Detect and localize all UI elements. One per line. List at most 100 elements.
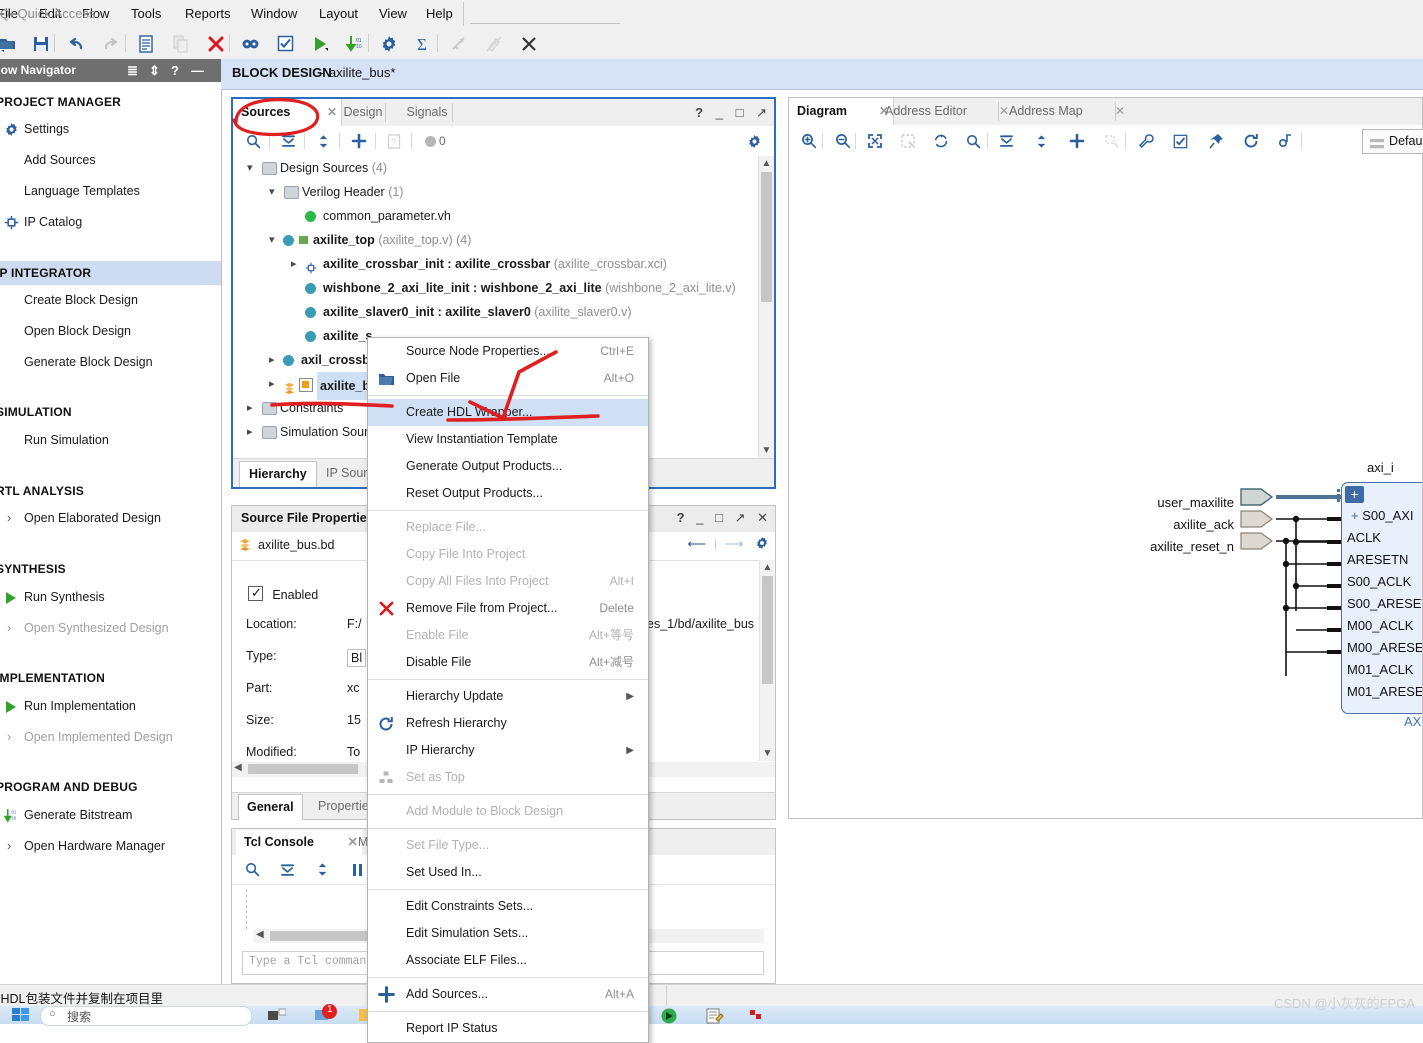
chevron-right-icon[interactable]: ▸ bbox=[269, 372, 275, 396]
flow-item-run-simulation[interactable]: Run Simulation bbox=[0, 428, 221, 452]
regenerate-icon[interactable] bbox=[1239, 130, 1262, 152]
float-icon[interactable]: ↗ bbox=[756, 105, 767, 120]
ip-pin-m01-aresetn[interactable]: M01_ARESETN bbox=[1347, 684, 1422, 699]
menu-item-edit-constraints-sets[interactable]: Edit Constraints Sets... bbox=[368, 893, 648, 920]
collapse-all-icon[interactable] bbox=[995, 130, 1018, 152]
app-icon-green[interactable] bbox=[660, 1008, 678, 1027]
expand-all-icon[interactable] bbox=[312, 130, 334, 152]
flow-item-open-implemented-design[interactable]: › Open Implemented Design bbox=[0, 725, 221, 749]
menu-item-hierarchy-update[interactable]: Hierarchy Update ▶ bbox=[368, 683, 648, 710]
help-icon[interactable]: ? bbox=[677, 510, 685, 525]
menu-item-reports[interactable]: Reports bbox=[176, 0, 240, 28]
scroll-up-arrow[interactable]: ▲ bbox=[759, 156, 774, 171]
diagram-canvas[interactable]: user_maxilite axilite_ack axilite_reset_… bbox=[789, 156, 1422, 818]
chevron-right-icon[interactable]: ▸ bbox=[247, 396, 253, 420]
minimize-icon[interactable]: — bbox=[191, 59, 204, 82]
optimize-icon[interactable] bbox=[1274, 130, 1297, 152]
menu-item-layout[interactable]: Layout bbox=[310, 0, 367, 28]
scroll-up-arrow[interactable]: ▲ bbox=[760, 560, 775, 575]
menu-item-create-hdl-wrapper[interactable]: Create HDL Wrapper... bbox=[368, 399, 648, 426]
back-arrow-icon[interactable]: ⟵ bbox=[687, 536, 706, 551]
flow-item-settings[interactable]: Settings bbox=[0, 117, 221, 141]
sum-sigma-icon[interactable]: Σ bbox=[411, 31, 436, 56]
fit-icon[interactable] bbox=[863, 130, 886, 152]
app-icon-notepad[interactable] bbox=[706, 1008, 724, 1027]
menu-item-ip-hierarchy[interactable]: IP Hierarchy ▶ bbox=[368, 737, 648, 764]
pause-icon[interactable] bbox=[346, 859, 368, 880]
app-icon-red[interactable] bbox=[748, 1008, 764, 1027]
menu-item-edit-simulation-sets[interactable]: Edit Simulation Sets... bbox=[368, 920, 648, 947]
quick-access-input[interactable]: Q▾ Quick Access bbox=[0, 0, 165, 28]
run-synthesis-icon[interactable] bbox=[308, 31, 333, 56]
menu-item-window[interactable]: Window bbox=[242, 0, 306, 28]
chevron-down-icon[interactable]: ▾ bbox=[269, 180, 275, 204]
settings-gear-icon[interactable] bbox=[755, 536, 769, 553]
sources-vertical-scrollbar[interactable]: ▲ ▼ bbox=[758, 156, 774, 458]
save-icon[interactable] bbox=[28, 31, 53, 56]
chevron-right-icon[interactable]: ▸ bbox=[247, 420, 253, 444]
flow-item-open-hardware-manager[interactable]: › Open Hardware Manager bbox=[0, 834, 221, 858]
menu-item-help[interactable]: Help bbox=[417, 0, 462, 28]
menu-item-remove-file-from-project[interactable]: Remove File from Project... Delete bbox=[368, 595, 648, 622]
help-icon[interactable]: ? bbox=[695, 105, 703, 120]
scrollbar-thumb[interactable] bbox=[761, 172, 772, 302]
maximize-icon[interactable]: □ bbox=[715, 510, 723, 525]
flow-item-open-synthesized-design[interactable]: › Open Synthesized Design bbox=[0, 616, 221, 640]
collapse-all-icon[interactable]: ≣ bbox=[127, 59, 138, 82]
sfp-vertical-scrollbar[interactable]: ▲ ▼ bbox=[759, 560, 775, 761]
collapse-all-icon[interactable] bbox=[277, 130, 299, 152]
scroll-down-arrow[interactable]: ▼ bbox=[760, 746, 775, 761]
no-mark-icon[interactable] bbox=[516, 31, 541, 56]
wrench-icon[interactable] bbox=[1134, 130, 1157, 152]
search-icon[interactable] bbox=[241, 859, 263, 880]
menu-item-report-ip-status[interactable]: Report IP Status bbox=[368, 1015, 648, 1042]
scroll-left-arrow[interactable]: ◀ bbox=[234, 762, 242, 773]
ip-pin-s00-axi[interactable]: + S00_AXI bbox=[1351, 508, 1414, 523]
tab-tcl-console[interactable]: Tcl Console ✕ bbox=[236, 830, 362, 855]
close-x-icon[interactable] bbox=[203, 31, 228, 56]
enabled-checkbox[interactable]: ✓ Enabled bbox=[248, 585, 318, 602]
validate-icon[interactable] bbox=[1169, 130, 1192, 152]
menu-item-source-node-properties[interactable]: Source Node Properties... Ctrl+E bbox=[368, 338, 648, 365]
menu-item-associate-elf-files[interactable]: Associate ELF Files... bbox=[368, 947, 648, 974]
scrollbar-thumb[interactable] bbox=[762, 576, 773, 684]
ip-pin-aclk[interactable]: ACLK bbox=[1347, 530, 1381, 545]
tab-general[interactable]: General bbox=[238, 794, 303, 820]
flow-item-create-block-design[interactable]: Create Block Design bbox=[0, 288, 221, 312]
menu-item-view[interactable]: View bbox=[370, 0, 416, 28]
windows-start-icon[interactable] bbox=[12, 1008, 30, 1025]
menu-item-generate-output-products[interactable]: Generate Output Products... bbox=[368, 453, 648, 480]
schematic-icon[interactable] bbox=[238, 31, 263, 56]
scrollbar-thumb[interactable] bbox=[248, 764, 358, 774]
scroll-left-arrow[interactable]: ◀ bbox=[256, 929, 264, 940]
tab-address-editor[interactable]: Address Editor ✕ bbox=[877, 98, 1013, 125]
taskbar-search-box[interactable]: ○ 搜索 bbox=[40, 1006, 252, 1026]
settings-gear-icon[interactable] bbox=[376, 31, 401, 56]
flow-item-ip-catalog[interactable]: IP Catalog bbox=[0, 210, 221, 234]
chevron-right-icon[interactable]: ▸ bbox=[269, 348, 275, 372]
expand-plus-icon[interactable]: + bbox=[1345, 486, 1364, 503]
ip-pin-m01-aclk[interactable]: M01_ACLK bbox=[1347, 662, 1413, 677]
expand-all-icon[interactable] bbox=[1030, 130, 1053, 152]
add-ip-icon[interactable] bbox=[1065, 130, 1088, 152]
minimize-icon[interactable]: _ bbox=[696, 510, 703, 525]
ip-pin-aresetn[interactable]: ARESETN bbox=[1347, 552, 1408, 567]
zoom-in-icon[interactable] bbox=[797, 130, 820, 152]
flow-item-add-sources[interactable]: Add Sources bbox=[0, 148, 221, 172]
collapse-all-icon[interactable] bbox=[276, 859, 298, 880]
add-sources-icon[interactable] bbox=[348, 130, 370, 152]
report-icon[interactable] bbox=[133, 31, 158, 56]
settings-gear-icon[interactable] bbox=[743, 130, 765, 152]
ip-pin-s00-aresetn[interactable]: S00_ARESETN bbox=[1347, 596, 1422, 611]
pin-icon[interactable] bbox=[1204, 130, 1227, 152]
chevron-down-icon[interactable]: ▾ bbox=[269, 228, 275, 252]
flow-item-language-templates[interactable]: Language Templates bbox=[0, 179, 221, 203]
minimize-icon[interactable]: _ bbox=[716, 105, 723, 120]
generate-bitstream-icon[interactable]: 01 10 bbox=[342, 31, 367, 56]
close-icon[interactable]: ✕ bbox=[1115, 98, 1125, 125]
task-view-icon[interactable] bbox=[268, 1008, 287, 1025]
flow-item-open-block-design[interactable]: Open Block Design bbox=[0, 319, 221, 343]
tab-signals[interactable]: Signals bbox=[388, 99, 466, 126]
menu-item-add-sources[interactable]: Add Sources... Alt+A bbox=[368, 981, 648, 1008]
expand-all-icon[interactable] bbox=[311, 859, 333, 880]
